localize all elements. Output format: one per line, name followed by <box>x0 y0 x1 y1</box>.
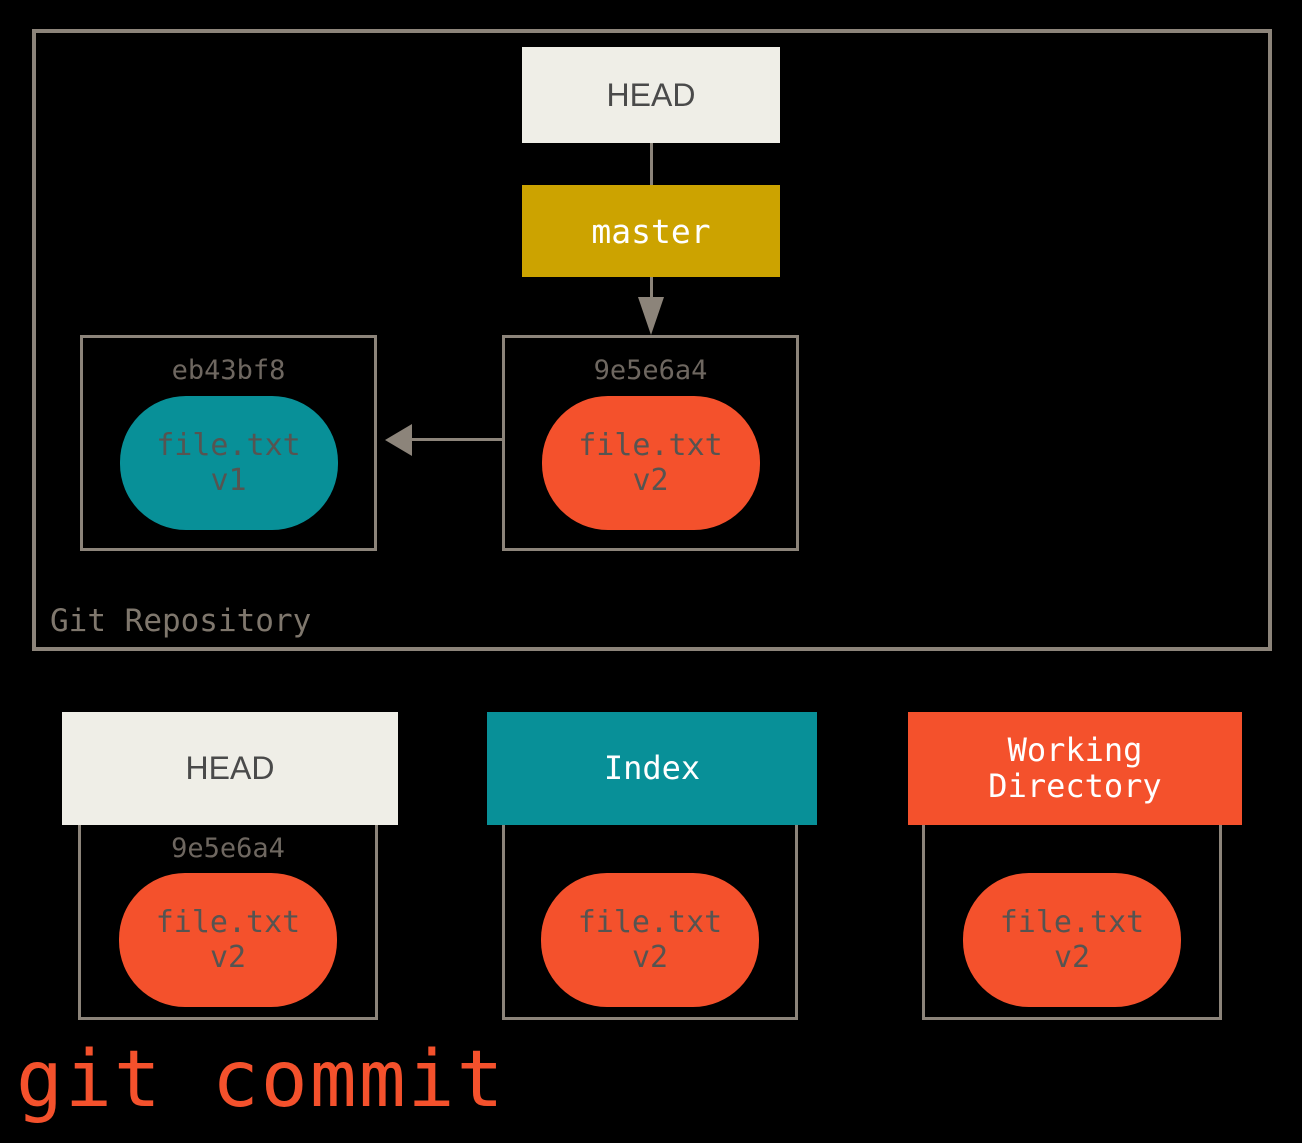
head-to-master-connector <box>650 143 653 185</box>
area-head-blob: file.txt v2 <box>119 873 337 1007</box>
commit-hash-label: eb43bf8 <box>171 355 286 386</box>
area-head-title: HEAD <box>185 749 275 786</box>
area-head-body: 9e5e6a4 file.txt v2 <box>78 825 378 1020</box>
blob-version: v2 <box>209 940 247 975</box>
blob-version: v2 <box>631 940 669 975</box>
arrow-down-icon <box>638 297 664 335</box>
commit-node-9e5e6a4: 9e5e6a4 file.txt v2 <box>502 335 799 551</box>
blob-filename: file.txt <box>155 904 301 940</box>
master-branch-box: master <box>522 185 780 277</box>
blob-filename: file.txt <box>156 427 301 463</box>
blob-filename: file.txt <box>999 904 1145 940</box>
blob-filename: file.txt <box>578 427 723 463</box>
blob-version: v1 <box>210 463 247 498</box>
blob-version: v2 <box>1053 940 1091 975</box>
blob-filename: file.txt <box>577 904 723 940</box>
area-index-blob: file.txt v2 <box>541 873 759 1007</box>
area-working-directory-title-line2: Directory <box>988 766 1162 805</box>
head-pointer-label: HEAD <box>606 76 696 113</box>
blob-file-v1: file.txt v1 <box>119 396 338 530</box>
area-head: HEAD <box>62 712 398 825</box>
area-index-body: file.txt v2 <box>502 825 798 1020</box>
master-branch-label: master <box>591 211 711 251</box>
blob-version: v2 <box>632 463 669 498</box>
area-head-hash: 9e5e6a4 <box>171 833 285 864</box>
command-caption: git commit <box>16 1035 506 1125</box>
area-working-directory-header: Working Directory <box>908 712 1242 825</box>
area-index: Index <box>487 712 817 825</box>
blob-file-v2: file.txt v2 <box>541 396 760 530</box>
area-index-title: Index <box>603 748 701 787</box>
commit-hash-label: 9e5e6a4 <box>593 355 708 386</box>
git-repository-label: Git Repository <box>50 603 312 639</box>
area-working-directory-title: Working <box>1007 730 1143 769</box>
area-working-directory-body: file.txt v2 <box>922 825 1222 1020</box>
git-commit-diagram: Git Repository HEAD master eb43bf8 file.… <box>0 0 1302 1143</box>
head-pointer-box: HEAD <box>522 47 780 143</box>
area-working-directory-blob: file.txt v2 <box>963 873 1181 1007</box>
area-working-directory: Working Directory <box>908 712 1242 825</box>
area-index-header: Index <box>487 712 817 825</box>
commit-parent-connector <box>408 438 504 441</box>
arrow-left-icon <box>385 424 412 456</box>
area-head-header: HEAD <box>62 712 398 825</box>
commit-node-eb43bf8: eb43bf8 file.txt v1 <box>80 335 377 551</box>
